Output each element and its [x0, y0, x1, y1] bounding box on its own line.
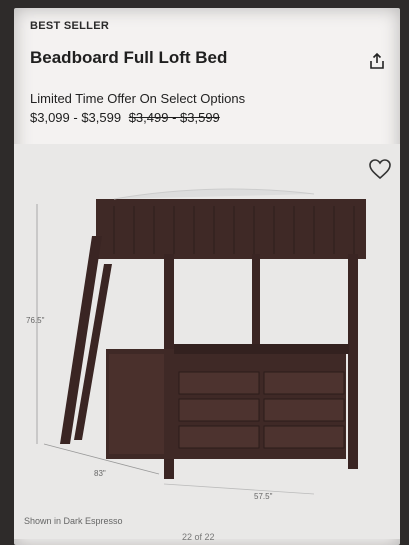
- loft-bed-illustration: [36, 188, 366, 495]
- share-icon[interactable]: [368, 52, 386, 70]
- sale-price: $3,099 - $3,599: [30, 110, 122, 125]
- price-row: $3,099 - $3,599 $3,499 - $3,599: [30, 110, 220, 125]
- original-price: $3,499 - $3,599: [128, 110, 220, 125]
- width-dimension: 83": [94, 469, 106, 478]
- best-seller-badge: BEST SELLER: [30, 20, 110, 32]
- product-screen: BEST SELLER Beadboard Full Loft Bed Limi…: [14, 8, 400, 545]
- depth-dimension: 57.5": [254, 492, 273, 501]
- product-title: Beadboard Full Loft Bed: [30, 48, 228, 67]
- product-image[interactable]: 76.5" 83" 57.5" Shown in Dark Espresso 2…: [14, 144, 400, 542]
- offer-text: Limited Time Offer On Select Options: [30, 91, 246, 106]
- image-caption: Shown in Dark Espresso: [24, 516, 123, 526]
- height-dimension: 76.5": [26, 316, 45, 325]
- image-pager: 22 of 22: [182, 532, 215, 542]
